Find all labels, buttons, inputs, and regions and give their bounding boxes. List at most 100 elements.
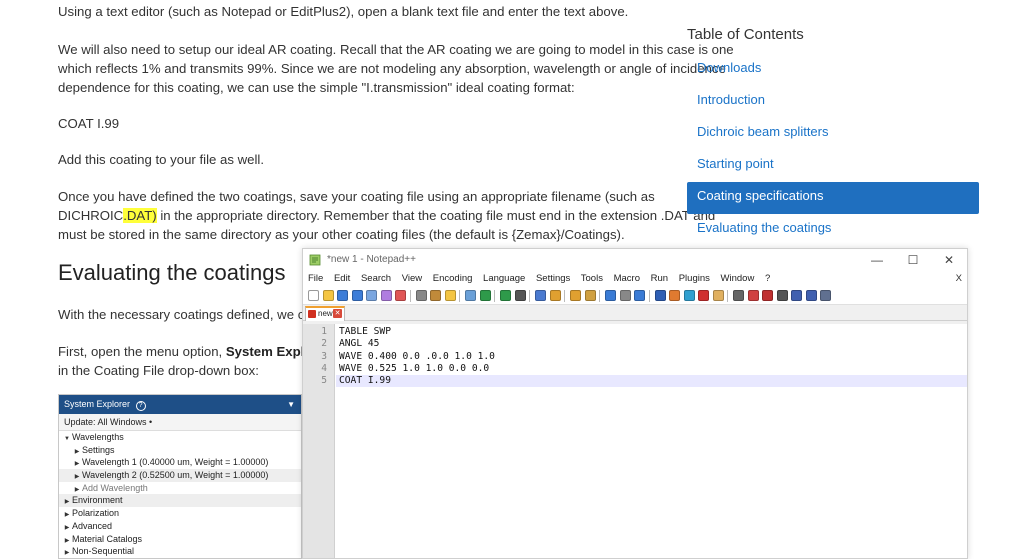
paragraph-ar-coating-line3: dependence for this coating, we can use … xyxy=(58,80,575,95)
notepad-title-bar: *new 1 - Notepad++ — ☐ ✕ xyxy=(303,249,967,271)
close-file-icon[interactable] xyxy=(366,290,377,301)
tree-item[interactable]: ▼ Wavelengths xyxy=(59,431,301,444)
menu-language[interactable]: Language xyxy=(483,273,525,284)
menu-run[interactable]: Run xyxy=(651,273,668,284)
replace-icon[interactable] xyxy=(514,290,526,301)
menu-view[interactable]: View xyxy=(402,273,422,284)
tree-item[interactable]: ▶ Advanced xyxy=(59,520,301,533)
paragraph-add-coating: Add this coating to your file as well. xyxy=(58,152,264,167)
close-icon[interactable]: ✕ xyxy=(931,249,967,271)
toc-item-introduction[interactable]: Introduction xyxy=(687,86,979,118)
toolbar-separator xyxy=(599,290,600,302)
run-macro-icon[interactable] xyxy=(791,290,802,301)
toc-item-downloads[interactable]: Downloads xyxy=(687,54,979,86)
tree-item-label: Add Wavelength xyxy=(82,482,148,493)
tree-item[interactable]: ▶ Add Wavelength xyxy=(59,482,301,495)
menu-plugins[interactable]: Plugins xyxy=(679,273,710,284)
open-file-icon[interactable] xyxy=(322,290,334,301)
notepad-title: *new 1 - Notepad++ xyxy=(327,254,416,265)
menu-window[interactable]: Window xyxy=(721,273,755,284)
paragraph-ar-coating-line2: which reflects 1% and transmits 99%. Sin… xyxy=(58,61,726,76)
new-file-icon[interactable] xyxy=(308,290,319,301)
tree-item-label: Wavelength 1 (0.40000 um, Weight = 1.000… xyxy=(82,457,269,468)
tree-item[interactable]: ▶ Environment xyxy=(59,494,301,508)
redo-icon[interactable] xyxy=(479,290,491,301)
menu-file[interactable]: File xyxy=(308,273,323,284)
sync-v-icon[interactable] xyxy=(570,290,581,301)
line-number: 5 xyxy=(321,375,327,387)
stop-macro-icon[interactable] xyxy=(762,290,773,301)
close-all-icon[interactable] xyxy=(380,290,392,301)
paragraph-system-explorer-line1: First, open the menu option, System Expl… xyxy=(58,342,333,361)
tree-item-label: Wavelength 2 (0.52500 um, Weight = 1.000… xyxy=(82,470,269,481)
folder-workspace-icon[interactable] xyxy=(712,290,724,301)
save-all-icon[interactable] xyxy=(351,290,363,301)
notepad-menu-bar: File Edit Search View Encoding Language … xyxy=(303,271,967,287)
tree-item[interactable]: ▶ Non-Sequential xyxy=(59,545,301,558)
find-icon[interactable] xyxy=(500,290,511,301)
save-icon[interactable] xyxy=(337,290,348,301)
undo-icon[interactable] xyxy=(465,290,476,301)
play-macro-icon[interactable] xyxy=(776,290,788,301)
show-all-icon[interactable] xyxy=(619,290,631,301)
print-icon[interactable] xyxy=(395,290,406,301)
save-macro-icon[interactable] xyxy=(805,290,817,301)
toolbar-separator xyxy=(409,290,411,302)
cut-icon[interactable] xyxy=(415,290,427,301)
dropdown-arrow-icon: ▼ xyxy=(287,400,295,409)
chevron-right-icon: ▶ xyxy=(64,550,70,557)
tree-item-label: Settings xyxy=(82,444,115,455)
toc-item-coating-specifications[interactable]: Coating specifications xyxy=(687,182,979,214)
function-list-icon[interactable] xyxy=(698,290,709,301)
word-wrap-icon[interactable] xyxy=(605,290,616,301)
notepad-toolbar xyxy=(303,287,967,305)
zoom-in-icon[interactable] xyxy=(535,290,546,301)
highlighted-extension: .DAT) xyxy=(123,208,157,223)
minimize-icon[interactable]: — xyxy=(859,249,895,271)
indent-guide-icon[interactable] xyxy=(634,290,645,301)
menu-close-document[interactable]: X xyxy=(956,271,962,287)
toolbar-separator xyxy=(564,290,565,302)
menu-help[interactable]: ? xyxy=(765,273,770,284)
toc-item-evaluating-the-coatings[interactable]: Evaluating the coatings xyxy=(687,214,979,246)
folder-icon[interactable] xyxy=(654,290,666,301)
toc-item-starting-point[interactable]: Starting point xyxy=(687,150,979,182)
line-number: 3 xyxy=(321,350,327,362)
line-number: 4 xyxy=(321,362,327,374)
tree-item-label: Advanced xyxy=(72,520,113,531)
record-macro-icon[interactable] xyxy=(747,290,759,301)
udl-icon[interactable] xyxy=(669,290,680,301)
code-line: TABLE SWP xyxy=(339,326,391,337)
doc-map-icon[interactable] xyxy=(683,290,695,301)
tree-item[interactable]: ▶ Wavelength 1 (0.40000 um, Weight = 1.00… xyxy=(59,456,301,469)
menu-edit[interactable]: Edit xyxy=(334,273,350,284)
menu-settings[interactable]: Settings xyxy=(536,273,570,284)
menu-encoding[interactable]: Encoding xyxy=(433,273,473,284)
notepad-app-icon xyxy=(309,254,321,266)
monitor-icon[interactable] xyxy=(733,290,744,301)
extra-icon[interactable] xyxy=(820,290,831,301)
menu-tools[interactable]: Tools xyxy=(581,273,603,284)
tree-item[interactable]: ▶ Material Catalogs xyxy=(59,533,301,546)
menu-macro[interactable]: Macro xyxy=(614,273,640,284)
tree-item[interactable]: ▶ Polarization xyxy=(59,507,301,520)
code-line: COAT I.99 xyxy=(339,375,391,387)
paragraph-save-line3: must be stored in the same directory as … xyxy=(58,227,625,242)
toolbar-separator xyxy=(529,290,530,302)
toc-item-dichroic-beam-splitters[interactable]: Dichroic beam splitters xyxy=(687,118,979,150)
paste-icon[interactable] xyxy=(444,290,456,301)
sync-h-icon[interactable] xyxy=(584,290,596,301)
menu-search[interactable]: Search xyxy=(361,273,391,284)
document-tab[interactable]: new 1 ✕ xyxy=(305,306,345,321)
tree-item[interactable]: ▶ Settings xyxy=(59,444,301,457)
line-number-gutter: 12345 xyxy=(303,324,335,558)
maximize-icon[interactable]: ☐ xyxy=(895,249,931,271)
tree-item[interactable]: ▶ Wavelength 2 (0.52500 um, Weight = 1.00… xyxy=(59,469,301,482)
copy-icon[interactable] xyxy=(430,290,441,301)
tab-close-icon[interactable]: ✕ xyxy=(333,309,342,318)
paragraph-ar-coating-line1: We will also need to setup our ideal AR … xyxy=(58,42,734,57)
notepad-editor[interactable]: 12345 TABLE SWP ANGL 45 WAVE 0.400 0.0 .0.… xyxy=(303,324,967,558)
section-heading-evaluating: Evaluating the coatings xyxy=(58,260,286,285)
notepad-plus-plus-window: *new 1 - Notepad++ — ☐ ✕ File Edit Searc… xyxy=(302,248,968,559)
zoom-out-icon[interactable] xyxy=(549,290,561,301)
